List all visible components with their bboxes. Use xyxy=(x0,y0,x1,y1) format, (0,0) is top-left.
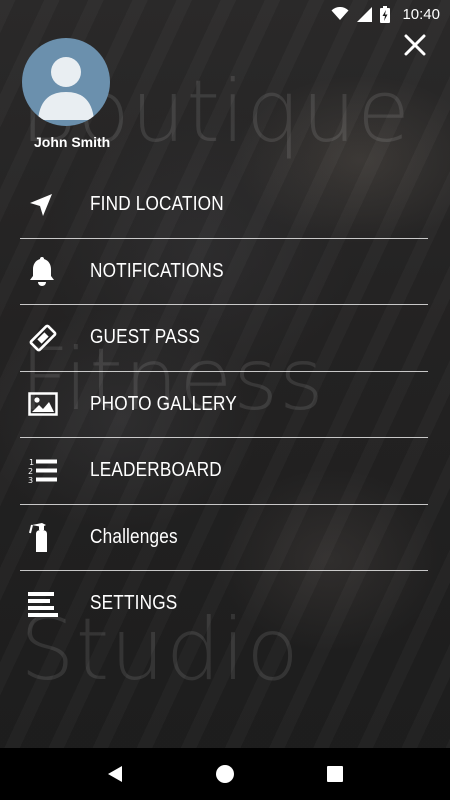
recents-button[interactable] xyxy=(315,754,355,794)
avatar[interactable] xyxy=(22,38,110,126)
status-time: 10:40 xyxy=(402,5,440,23)
system-nav-bar xyxy=(0,748,450,800)
avatar-placeholder-icon xyxy=(38,57,94,120)
menu-item-settings[interactable]: SETTINGS xyxy=(20,571,428,637)
menu-label: NOTIFICATIONS xyxy=(90,259,224,282)
recents-icon xyxy=(327,766,343,782)
user-name: John Smith xyxy=(34,134,111,150)
menu-item-photo-gallery[interactable]: PHOTO GALLERY xyxy=(20,372,428,438)
wifi-icon xyxy=(331,7,349,21)
menu-label: PHOTO GALLERY xyxy=(90,392,237,415)
settings-lines-icon xyxy=(20,588,74,620)
menu-label: Challenges xyxy=(90,525,178,548)
svg-text:2: 2 xyxy=(28,467,33,476)
ticket-icon xyxy=(20,322,74,354)
back-button[interactable] xyxy=(95,754,135,794)
image-icon xyxy=(20,388,74,420)
close-icon xyxy=(404,34,426,56)
fire-extinguisher-icon xyxy=(20,521,74,553)
numbered-list-icon: 123 xyxy=(20,455,74,487)
menu-item-challenges[interactable]: Challenges xyxy=(20,505,428,571)
menu-item-guest-pass[interactable]: GUEST PASS xyxy=(20,305,428,372)
status-bar: 10:40 xyxy=(0,0,450,28)
menu-label: SETTINGS xyxy=(90,592,178,615)
home-button[interactable] xyxy=(205,754,245,794)
menu-label: GUEST PASS xyxy=(90,326,201,349)
menu-item-find-location[interactable]: FIND LOCATION xyxy=(20,172,428,239)
menu-item-leaderboard[interactable]: 123 LEADERBOARD xyxy=(20,438,428,505)
navigation-arrow-icon xyxy=(20,189,74,221)
back-icon xyxy=(108,766,122,782)
home-icon xyxy=(216,765,234,783)
drawer-menu: FIND LOCATION NOTIFICATIONS GUEST PASS P… xyxy=(20,172,428,637)
battery-charging-icon xyxy=(380,5,391,23)
close-button[interactable] xyxy=(400,30,430,60)
svg-text:3: 3 xyxy=(28,476,33,485)
menu-label: FIND LOCATION xyxy=(90,193,224,216)
cell-signal-icon xyxy=(357,6,373,22)
bell-icon xyxy=(20,255,74,287)
menu-item-notifications[interactable]: NOTIFICATIONS xyxy=(20,239,428,305)
menu-label: LEADERBOARD xyxy=(90,459,222,482)
svg-text:1: 1 xyxy=(29,458,34,467)
